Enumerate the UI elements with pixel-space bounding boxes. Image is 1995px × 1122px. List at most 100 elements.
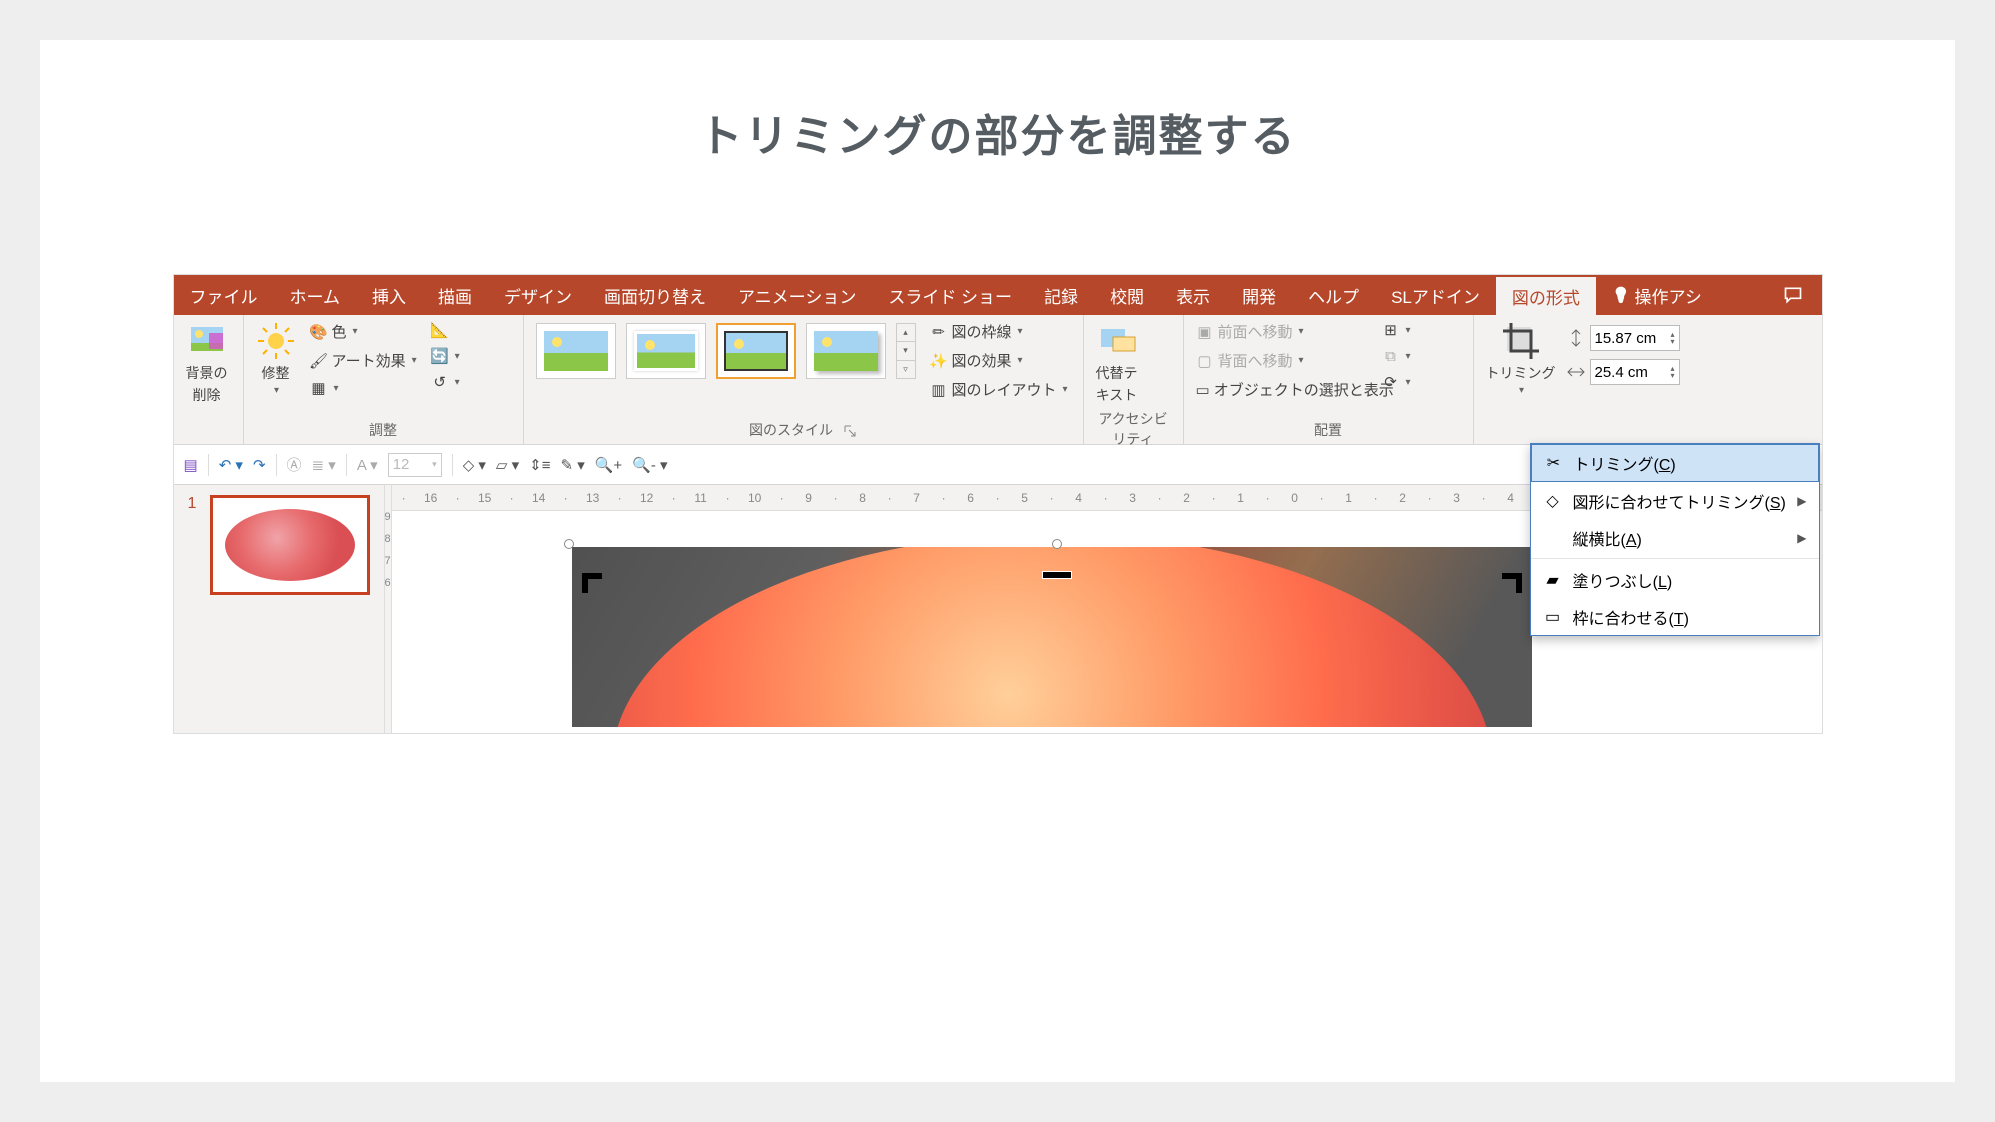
tab-animations[interactable]: アニメーション bbox=[722, 275, 872, 315]
remove-bg-icon bbox=[187, 321, 227, 361]
align-icon: ⊞ bbox=[1382, 321, 1400, 339]
send-backward-button: ▢ 背面へ移動▾ bbox=[1192, 348, 1372, 373]
send-backward-icon: ▢ bbox=[1196, 352, 1214, 370]
style-thumb-3[interactable] bbox=[716, 323, 796, 379]
tab-draw[interactable]: 描画 bbox=[422, 275, 488, 315]
border-icon: ✏ bbox=[930, 323, 948, 341]
alt-text-icon bbox=[1097, 321, 1137, 361]
crop-button[interactable]: トリミング ▾ bbox=[1482, 319, 1560, 398]
ribbon-tabbar: ファイル ホーム 挿入 描画 デザイン 画面切り替え アニメーション スライド … bbox=[174, 275, 1822, 315]
zoom-out-button[interactable]: 🔍- ▾ bbox=[632, 456, 667, 474]
remove-background-button[interactable]: 背景の 削除 bbox=[182, 319, 232, 407]
zoom-in-button[interactable]: 🔍+ bbox=[595, 456, 622, 474]
chevron-down-icon: ▾ bbox=[1519, 385, 1524, 396]
undo-button[interactable]: ↶ ▾ bbox=[219, 456, 243, 474]
slide-thumbnail-1[interactable] bbox=[210, 495, 370, 595]
align-button[interactable]: ⊞▾ bbox=[1378, 319, 1415, 341]
alt-text-button[interactable]: 代替テ キスト bbox=[1092, 319, 1142, 407]
picture-effects-button[interactable]: ✨ 図の効果▾ bbox=[926, 348, 1072, 373]
reset-icon: ↺ bbox=[431, 373, 449, 391]
page-title: トリミングの部分を調整する bbox=[699, 100, 1297, 164]
style-thumb-1[interactable] bbox=[536, 323, 616, 379]
effects-icon: ✨ bbox=[930, 352, 948, 370]
crop-dropdown-menu: ✂ トリミング(C) ◇ 図形に合わせてトリミング(S) ▶ 縦横比(A) ▶ … bbox=[1530, 443, 1820, 636]
group-button: ⧉▾ bbox=[1378, 345, 1415, 367]
menu-fill[interactable]: ▰ 塗りつぶし(L) bbox=[1531, 561, 1819, 598]
reset-picture-button[interactable]: ↺▾ bbox=[427, 371, 464, 393]
shape-icon: ◇ bbox=[1543, 491, 1563, 511]
tab-view[interactable]: 表示 bbox=[1160, 275, 1226, 315]
width-icon bbox=[1566, 362, 1586, 382]
tab-slideshow[interactable]: スライド ショー bbox=[872, 275, 1028, 315]
comment-icon bbox=[1782, 285, 1804, 305]
edit-shape-button[interactable]: ✎ ▾ bbox=[560, 456, 584, 474]
bring-forward-button: ▣ 前面へ移動▾ bbox=[1192, 319, 1372, 344]
height-input[interactable]: 15.87 cm ▴▾ bbox=[1590, 325, 1680, 351]
menu-crop-to-shape[interactable]: ◇ 図形に合わせてトリミング(S) ▶ bbox=[1531, 482, 1819, 519]
crop-handle-top-left[interactable] bbox=[582, 573, 602, 593]
tab-review[interactable]: 校閲 bbox=[1094, 275, 1160, 315]
tab-picture-format[interactable]: 図の形式 bbox=[1496, 275, 1596, 315]
shape-button[interactable]: ◇ ▾ bbox=[463, 456, 486, 474]
crop-handle-top-right[interactable] bbox=[1502, 573, 1522, 593]
selection-handle[interactable] bbox=[564, 539, 574, 549]
tab-help[interactable]: ヘルプ bbox=[1292, 275, 1375, 315]
powerpoint-window: ファイル ホーム 挿入 描画 デザイン 画面切り替え アニメーション スライド … bbox=[173, 274, 1823, 734]
crop-handle-top-mid[interactable] bbox=[1042, 571, 1072, 579]
slide-number: 1 bbox=[188, 495, 197, 513]
tab-insert[interactable]: 挿入 bbox=[356, 275, 422, 315]
tab-design[interactable]: デザイン bbox=[488, 275, 588, 315]
rotate-button[interactable]: ⟳▾ bbox=[1378, 371, 1415, 393]
width-input[interactable]: 25.4 cm ▴▾ bbox=[1590, 359, 1680, 385]
picture-layout-button[interactable]: ▥ 図のレイアウト▾ bbox=[926, 377, 1072, 402]
redo-button[interactable]: ↷ bbox=[253, 456, 266, 474]
group-label-adjust: 調整 bbox=[252, 418, 515, 442]
shape-fill-button[interactable]: ▱ ▾ bbox=[496, 456, 519, 474]
menu-crop[interactable]: ✂ トリミング(C) bbox=[1531, 444, 1819, 482]
artistic-effects-button[interactable]: 🖌 アート効果▾ bbox=[306, 348, 421, 373]
change-picture-button[interactable]: 🔄▾ bbox=[427, 345, 464, 367]
bullets-button: ≣ ▾ bbox=[312, 456, 336, 474]
transparency-button[interactable]: ▦▾ bbox=[306, 377, 421, 399]
selection-handle[interactable] bbox=[1052, 539, 1062, 549]
height-icon bbox=[1566, 328, 1586, 348]
brightness-icon bbox=[256, 321, 296, 361]
dialog-launcher-icon[interactable] bbox=[843, 424, 857, 438]
corrections-button[interactable]: 修整 ▾ bbox=[252, 319, 300, 398]
bring-forward-icon: ▣ bbox=[1196, 323, 1214, 341]
slide-thumbnails-pane: 1 bbox=[174, 485, 384, 733]
transparency-icon: ▦ bbox=[310, 379, 328, 397]
picture-styles-gallery[interactable]: ▴▾▿ bbox=[532, 319, 920, 383]
tab-sladdin[interactable]: SLアドイン bbox=[1375, 275, 1496, 315]
tab-file[interactable]: ファイル bbox=[174, 275, 274, 315]
selection-pane-button[interactable]: ▭ オブジェクトの選択と表示 bbox=[1192, 377, 1372, 402]
group-icon: ⧉ bbox=[1382, 347, 1400, 365]
tab-home[interactable]: ホーム bbox=[274, 275, 357, 315]
tab-transitions[interactable]: 画面切り替え bbox=[588, 275, 722, 315]
rotate-icon: ⟳ bbox=[1382, 373, 1400, 391]
ribbon: 背景の 削除 修整 ▾ 🎨 色▾ bbox=[174, 315, 1822, 445]
style-thumb-4[interactable] bbox=[806, 323, 886, 379]
line-spacing-button[interactable]: ⇕≡ bbox=[529, 456, 550, 474]
color-button[interactable]: 🎨 色▾ bbox=[306, 319, 421, 344]
vertical-ruler: 9876 bbox=[384, 485, 392, 733]
compress-button[interactable]: 📐 bbox=[427, 319, 464, 341]
group-label-styles: 図のスタイル bbox=[532, 418, 1075, 442]
comments-button[interactable] bbox=[1764, 275, 1822, 315]
group-label-accessibility: アクセシビリティ bbox=[1092, 407, 1175, 451]
submenu-arrow-icon: ▶ bbox=[1797, 531, 1806, 545]
group-label-arrange: 配置 bbox=[1192, 418, 1465, 442]
menu-fit[interactable]: ▭ 枠に合わせる(T) bbox=[1531, 598, 1819, 635]
menu-aspect-ratio[interactable]: 縦横比(A) ▶ bbox=[1531, 519, 1819, 556]
outline-view-button[interactable]: ▤ bbox=[184, 456, 198, 474]
change-pic-icon: 🔄 bbox=[431, 347, 449, 365]
crop-icon: ✂ bbox=[1544, 453, 1564, 473]
tab-tell-me[interactable]: 操作アシ bbox=[1596, 275, 1718, 315]
fill-icon: ▰ bbox=[1543, 570, 1563, 590]
picture-border-button[interactable]: ✏ 図の枠線▾ bbox=[926, 319, 1072, 344]
tab-developer[interactable]: 開発 bbox=[1226, 275, 1292, 315]
font-size-input[interactable]: 12▾ bbox=[388, 453, 442, 477]
tab-record[interactable]: 記録 bbox=[1028, 275, 1094, 315]
style-thumb-2[interactable] bbox=[626, 323, 706, 379]
gallery-more-button[interactable]: ▴▾▿ bbox=[896, 323, 916, 379]
